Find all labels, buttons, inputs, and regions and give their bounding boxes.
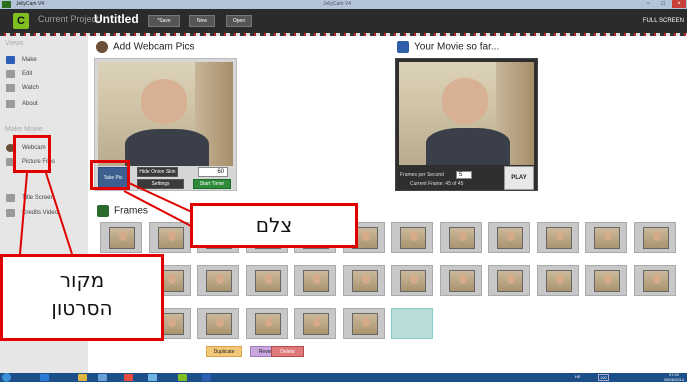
sidebar-item-edit[interactable]: Edit <box>6 68 84 80</box>
source-callout: מקור הסרטון <box>0 254 164 341</box>
edit-icon <box>6 70 15 78</box>
word-icon[interactable] <box>202 374 211 381</box>
battery-indicator[interactable]: 100 <box>598 374 609 381</box>
fps-input[interactable]: 5 <box>456 171 472 179</box>
credits-video-icon <box>6 209 15 217</box>
frame-thumbnail[interactable] <box>488 222 530 253</box>
window-center-title: JellyCam V4 <box>323 1 352 7</box>
media-icon[interactable] <box>98 374 107 381</box>
frame-thumbnail[interactable] <box>148 222 191 253</box>
make-movie-heading: Make Movie <box>5 126 43 133</box>
frame-thumbnail[interactable] <box>100 222 142 253</box>
play-button[interactable]: PLAY <box>504 166 534 190</box>
take-pic-highlight <box>90 160 130 190</box>
frame-thumbnail[interactable] <box>391 222 433 253</box>
frame-thumbnail[interactable] <box>391 265 433 296</box>
frame-thumbnail-selected[interactable] <box>391 308 433 339</box>
settings-button[interactable]: Settings <box>137 179 184 189</box>
frame-thumbnail[interactable] <box>342 308 385 339</box>
webcam-section-title: Add Webcam Pics <box>96 41 195 54</box>
frames-grid <box>98 220 678 340</box>
frame-thumbnail[interactable] <box>342 265 385 296</box>
source-callout-line1: מקור <box>59 268 105 292</box>
ie-icon[interactable] <box>40 374 49 381</box>
sidebar-item-about[interactable]: About <box>6 98 84 110</box>
open-button[interactable]: Open <box>226 15 252 27</box>
explorer-icon[interactable] <box>78 374 87 381</box>
frame-thumbnail[interactable] <box>488 265 530 296</box>
current-frame-text: Current Frame: 45 of 45 <box>410 181 464 187</box>
maximize-button[interactable]: □ <box>656 0 670 8</box>
jellycam-taskbar-icon[interactable] <box>178 374 187 381</box>
source-highlight <box>13 135 51 173</box>
movie-section-title: Your Movie so far... <box>397 41 499 54</box>
frame-thumbnail[interactable] <box>536 265 579 296</box>
project-label: Current Project: <box>38 14 102 24</box>
top-toolbar: C Current Project: Untitled *Save New Op… <box>0 9 687 33</box>
movie-panel: Frames per Second 5 Current Frame: 45 of… <box>395 58 538 191</box>
chrome-icon[interactable] <box>124 374 133 381</box>
frame-thumbnail[interactable] <box>585 222 627 253</box>
frames-icon <box>97 205 109 217</box>
start-timer-button[interactable]: Start Timer <box>193 179 231 189</box>
frame-thumbnail[interactable] <box>439 265 482 296</box>
about-icon <box>6 100 15 108</box>
frame-actions-bar: Duplicate Reverse Delete <box>88 342 687 360</box>
make-icon <box>6 56 15 64</box>
folder-icon[interactable] <box>148 374 157 381</box>
title-screen-icon <box>6 194 15 202</box>
new-button[interactable]: New <box>189 15 215 27</box>
jellycam-logo: C <box>13 13 29 29</box>
duplicate-button[interactable]: Duplicate <box>206 346 242 357</box>
fullscreen-button[interactable]: FULL SCREEN <box>643 15 684 27</box>
sidebar-item-credits-video[interactable]: Credits Video <box>6 207 84 219</box>
sidebar-item-watch[interactable]: Watch <box>6 82 84 94</box>
frame-thumbnail[interactable] <box>536 222 579 253</box>
views-heading: Views <box>5 40 24 47</box>
frame-thumbnail[interactable] <box>633 222 676 253</box>
frame-thumbnail[interactable] <box>294 265 336 296</box>
delete-button[interactable]: Delete <box>271 346 304 357</box>
minimize-button[interactable]: − <box>641 0 655 8</box>
jellycam-window: JellyCam V4 JellyCam V4 − □ × C Current … <box>0 0 687 382</box>
fps-label: Frames per Second <box>400 172 444 178</box>
frame-thumbnail[interactable] <box>633 265 676 296</box>
language-indicator[interactable]: HE <box>575 374 581 379</box>
taskbar-clock[interactable]: 07:00 05/06/2014 <box>664 372 684 382</box>
source-callout-line2: הסרטון <box>51 296 113 320</box>
sidebar-item-title-screen[interactable]: Title Screen <box>6 192 84 204</box>
save-button[interactable]: *Save <box>148 15 180 27</box>
project-name: Untitled <box>94 12 139 26</box>
frame-thumbnail[interactable] <box>197 308 239 339</box>
frame-thumbnail[interactable] <box>585 265 627 296</box>
frame-thumbnail[interactable] <box>245 308 288 339</box>
sidebar-item-make[interactable]: Make <box>6 54 84 66</box>
app-icon <box>2 1 11 8</box>
webcam-preview <box>98 62 233 166</box>
frame-thumbnail[interactable] <box>197 265 239 296</box>
watch-icon <box>6 84 15 92</box>
movie-icon <box>397 41 409 53</box>
window-title: JellyCam V4 <box>16 1 45 7</box>
frame-thumbnail[interactable] <box>294 308 336 339</box>
frame-thumbnail[interactable] <box>439 222 482 253</box>
close-button[interactable]: × <box>672 0 686 8</box>
windows-taskbar: HE 100 07:00 05/06/2014 <box>0 372 687 382</box>
movie-preview <box>399 62 534 165</box>
frames-section-title: Frames <box>97 205 148 218</box>
window-titlebar: JellyCam V4 JellyCam V4 − □ × <box>0 0 687 9</box>
frame-thumbnail[interactable] <box>245 265 288 296</box>
hide-onion-skin-button[interactable]: Hide Onion Skin <box>137 167 178 177</box>
take-pic-callout: צלם <box>190 203 358 248</box>
webcam-icon <box>96 41 108 53</box>
start-button[interactable] <box>2 373 11 382</box>
onion-skin-value[interactable]: 60 <box>198 167 228 177</box>
